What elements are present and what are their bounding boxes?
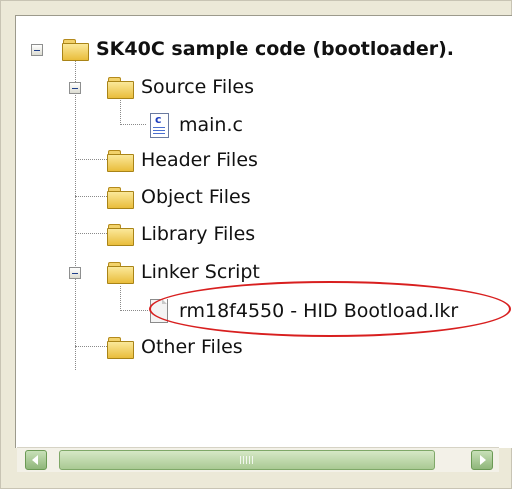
c-source-file-icon: c: [148, 112, 170, 138]
tree-node-label: Object Files: [141, 186, 251, 208]
tree-node-label: rm18f4550 - HID Bootload.lkr: [179, 300, 459, 322]
tree-node-label: Library Files: [141, 223, 256, 245]
tree-node-label: Source Files: [141, 76, 254, 98]
collapse-toggle-root[interactable]: [31, 44, 43, 56]
tree-node-label: Other Files: [141, 336, 243, 358]
tree-node-label: Header Files: [141, 149, 258, 171]
tree-node-label: Linker Script: [141, 261, 260, 283]
tree-connector: [75, 56, 76, 370]
horizontal-scrollbar[interactable]: [17, 447, 499, 472]
folder-icon: [107, 223, 134, 246]
tree-node-other-files[interactable]: Other Files: [107, 332, 243, 362]
scroll-right-button[interactable]: [471, 450, 493, 470]
tree-node-object-files[interactable]: Object Files: [107, 182, 251, 212]
tree-node-main-c[interactable]: c main.c: [148, 110, 243, 140]
scroll-left-button[interactable]: [25, 450, 47, 470]
folder-icon: [107, 336, 134, 359]
tree-connector: [120, 100, 121, 125]
tree-node-linker-script[interactable]: Linker Script: [107, 257, 260, 287]
right-arrow-icon: [480, 455, 486, 465]
collapse-toggle-linker-script[interactable]: [69, 267, 81, 279]
left-arrow-icon: [32, 455, 38, 465]
tree-node-header-files[interactable]: Header Files: [107, 145, 258, 175]
folder-icon: [107, 261, 134, 284]
folder-icon: [107, 149, 134, 172]
tree-connector: [120, 124, 146, 125]
collapse-toggle-source-files[interactable]: [69, 82, 81, 94]
tree-node-label: SK40C sample code (bootloader).: [96, 38, 454, 60]
tree-node-root[interactable]: SK40C sample code (bootloader).: [62, 34, 454, 64]
folder-icon: [62, 38, 89, 61]
tree-node-linker-file[interactable]: rm18f4550 - HID Bootload.lkr: [148, 296, 458, 326]
grip-icon: [240, 456, 254, 464]
scrollbar-thumb[interactable]: [59, 450, 435, 470]
tree-node-library-files[interactable]: Library Files: [107, 219, 255, 249]
tree-connector: [120, 310, 148, 311]
project-tree-view[interactable]: SK40C sample code (bootloader). Source F…: [15, 15, 512, 448]
folder-icon: [107, 76, 134, 99]
folder-icon: [107, 186, 134, 209]
linker-file-icon: [148, 298, 170, 324]
tree-node-source-files[interactable]: Source Files: [107, 72, 254, 102]
project-window: SK40C sample code (bootloader). Source F…: [0, 0, 512, 489]
tree-node-label: main.c: [179, 114, 243, 136]
tree-connector: [120, 286, 121, 311]
